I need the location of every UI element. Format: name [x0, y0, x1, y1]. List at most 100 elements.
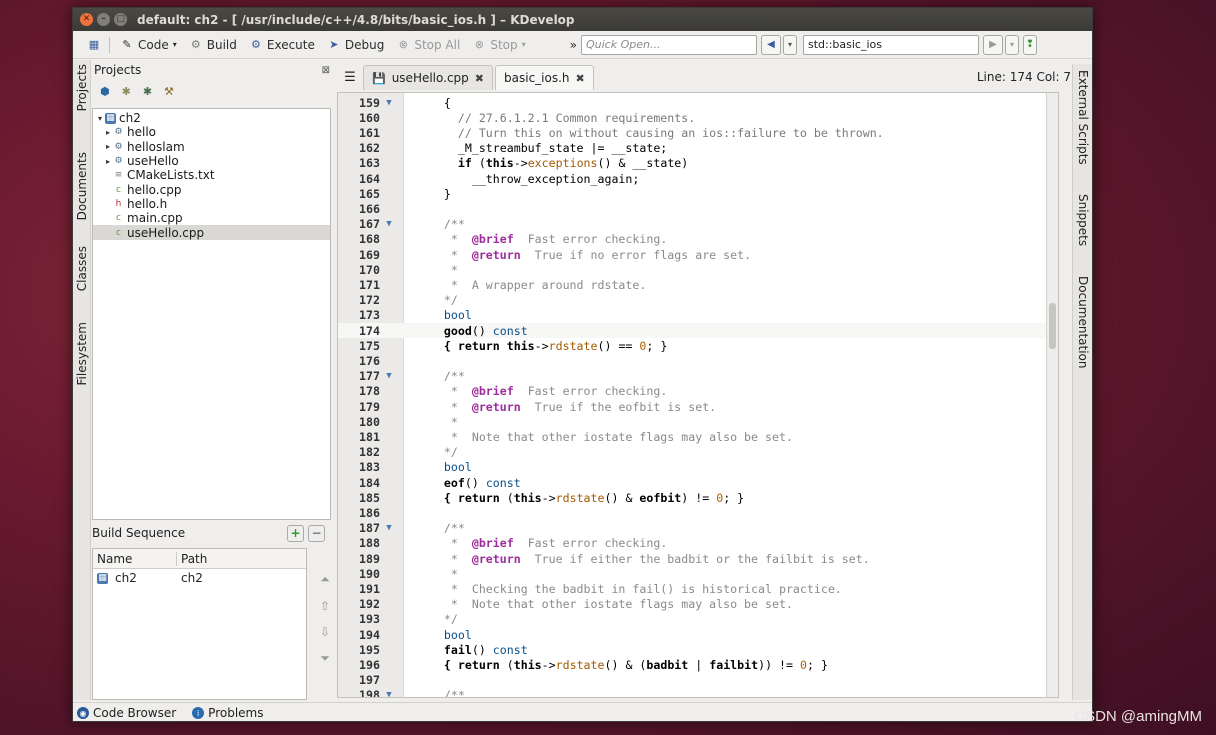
fold-marker-icon[interactable]: ▼ [382, 371, 396, 381]
close-window-icon[interactable]: ✕ [80, 13, 93, 26]
code-line[interactable]: 194 bool [338, 627, 1058, 642]
code-line[interactable]: 188 * @brief Fast error checking. [338, 536, 1058, 551]
navigate-dropdown-button[interactable]: ▾ [782, 34, 797, 55]
remove-build-item-button[interactable]: − [308, 524, 325, 542]
code-menu-button[interactable]: ✎ Code ▾ [120, 38, 176, 52]
tab-classes[interactable]: Classes [75, 246, 89, 291]
tab-projects[interactable]: Projects [75, 64, 89, 111]
quick-open-input[interactable]: Quick Open... [580, 34, 757, 55]
expand-arrow-icon[interactable]: ▸ [103, 157, 113, 166]
tree-item[interactable]: c useHello.cpp [93, 225, 330, 240]
tree-item[interactable]: ▸ ⚙ helloslam [93, 140, 330, 154]
tab-external-scripts[interactable]: External Scripts [1076, 70, 1090, 165]
code-line[interactable]: 163 if (this->exceptions() & __state) [338, 156, 1058, 171]
vertical-scrollbar[interactable] [1046, 93, 1058, 697]
code-line[interactable]: 185 { return (this->rdstate() & eofbit) … [338, 490, 1058, 505]
code-line[interactable]: 171 * A wrapper around rdstate. [338, 277, 1058, 292]
expand-arrow-icon[interactable]: ▾ [95, 114, 105, 123]
close-tab-icon[interactable]: ✖ [475, 72, 484, 85]
navigate-back-button[interactable]: ◀ [760, 34, 781, 55]
code-line[interactable]: 179 * @return True if the eofbit is set. [338, 399, 1058, 414]
document-list-icon[interactable]: ☰ [337, 65, 363, 90]
column-path[interactable]: Path [177, 552, 207, 566]
code-line[interactable]: 166 [338, 201, 1058, 216]
navigate-forward-button[interactable]: ▶ [982, 34, 1003, 55]
minimize-window-icon[interactable]: – [97, 13, 110, 26]
open-project-icon[interactable]: ⬢ [100, 85, 110, 98]
context-browser-field[interactable]: std::basic_ios [802, 34, 979, 55]
code-browser-button[interactable]: ◉ Code Browser [77, 706, 176, 720]
code-line[interactable]: 196 { return (this->rdstate() & (badbit … [338, 657, 1058, 672]
code-line[interactable]: 169 * @return True if no error flags are… [338, 247, 1058, 262]
panel-close-icon[interactable]: ⊠ [322, 65, 330, 76]
code-line[interactable]: 176 [338, 353, 1058, 368]
expand-arrow-icon[interactable]: ▸ [103, 128, 113, 137]
code-line[interactable]: 167 ▼ /** [338, 217, 1058, 232]
tab-documents[interactable]: Documents [75, 152, 89, 220]
code-line[interactable]: 173 bool [338, 308, 1058, 323]
code-line[interactable]: 159 ▼ { [338, 95, 1058, 110]
code-line[interactable]: 170 * [338, 262, 1058, 277]
maximize-window-icon[interactable]: □ [114, 13, 127, 26]
tab-documentation[interactable]: Documentation [1076, 276, 1090, 369]
table-row[interactable]: ▦ ch2 ch2 [93, 569, 306, 587]
stop-all-button[interactable]: ⊗ Stop All [396, 38, 461, 52]
code-line[interactable]: 187 ▼ /** [338, 521, 1058, 536]
column-name[interactable]: Name [93, 551, 177, 566]
code-line[interactable]: 186 [338, 505, 1058, 520]
code-line[interactable]: 192 * Note that other iostate flags may … [338, 597, 1058, 612]
tab-filesystem[interactable]: Filesystem [75, 322, 89, 385]
area-switch-button[interactable]: ▦ [87, 38, 101, 52]
code-line[interactable]: 193 */ [338, 612, 1058, 627]
stop-button[interactable]: ⊗ Stop ▾ [472, 38, 526, 52]
code-line[interactable]: 178 * @brief Fast error checking. [338, 384, 1058, 399]
code-line[interactable]: 182 */ [338, 445, 1058, 460]
fold-marker-icon[interactable]: ▼ [382, 219, 396, 229]
code-line[interactable]: 165 } [338, 186, 1058, 201]
tab-usehello-cpp[interactable]: 💾 useHello.cpp ✖ [363, 65, 494, 90]
code-line[interactable]: 190 * [338, 566, 1058, 581]
code-line[interactable]: 181 * Note that other iostate flags may … [338, 429, 1058, 444]
code-line[interactable]: 195 fail() const [338, 642, 1058, 657]
code-line[interactable]: 184 eof() const [338, 475, 1058, 490]
code-line[interactable]: 198 ▼ /** [338, 688, 1058, 697]
forward-dropdown-button[interactable]: ▾ [1004, 34, 1019, 55]
code-line[interactable]: 180 * [338, 414, 1058, 429]
code-line[interactable]: 174 good() const [338, 323, 1058, 339]
tree-item[interactable]: ▸ ⚙ hello [93, 125, 330, 139]
code-line[interactable]: 197 [338, 673, 1058, 688]
code-line[interactable]: 177 ▼ /** [338, 369, 1058, 384]
code-line[interactable]: 168 * @brief Fast error checking. [338, 232, 1058, 247]
code-line[interactable]: 162 _M_streambuf_state |= __state; [338, 141, 1058, 156]
code-line[interactable]: 160 // 27.6.1.2.1 Common requirements. [338, 110, 1058, 125]
move-bottom-icon[interactable]: ⏷ [320, 651, 330, 666]
problems-button[interactable]: i Problems [192, 706, 263, 720]
code-line[interactable]: 175 { return this->rdstate() == 0; } [338, 338, 1058, 353]
fold-marker-icon[interactable]: ▼ [382, 523, 396, 533]
code-line[interactable]: 172 */ [338, 293, 1058, 308]
code-line[interactable]: 161 // Turn this on without causing an i… [338, 125, 1058, 140]
new-project-icon[interactable]: ✱ [122, 85, 131, 98]
fold-marker-icon[interactable]: ▼ [382, 98, 396, 108]
lightbulb-icon[interactable]: ❢ [1022, 34, 1037, 55]
code-line[interactable]: 189 * @return True if either the badbit … [338, 551, 1058, 566]
tab-snippets[interactable]: Snippets [1076, 194, 1090, 246]
tree-item[interactable]: ▸ ⚙ useHello [93, 154, 330, 168]
tree-item[interactable]: ≡ CMakeLists.txt [93, 168, 330, 182]
code-editor[interactable]: 159 ▼ {160 // 27.6.1.2.1 Common requireme… [337, 92, 1059, 698]
build-project-icon[interactable]: ⚒ [164, 85, 174, 98]
code-line[interactable]: 164 __throw_exception_again; [338, 171, 1058, 186]
add-build-item-button[interactable]: + [287, 524, 304, 542]
configure-project-icon[interactable]: ✱ [143, 85, 152, 98]
tab-basic-ios-h[interactable]: basic_ios.h ✖ [495, 65, 594, 90]
move-top-icon[interactable]: ⏶ [320, 572, 330, 587]
fold-marker-icon[interactable]: ▼ [382, 690, 396, 697]
move-down-icon[interactable]: ⇩ [320, 625, 330, 639]
tree-item[interactable]: ▾ ▦ ch2 [93, 111, 330, 125]
execute-button[interactable]: ⚙ Execute [249, 38, 315, 52]
tree-item[interactable]: c hello.cpp [93, 182, 330, 197]
expand-arrow-icon[interactable]: ▸ [103, 142, 113, 151]
close-tab-icon[interactable]: ✖ [576, 72, 585, 85]
build-button[interactable]: ⚙ Build [189, 38, 237, 52]
tree-item[interactable]: h hello.h [93, 197, 330, 211]
